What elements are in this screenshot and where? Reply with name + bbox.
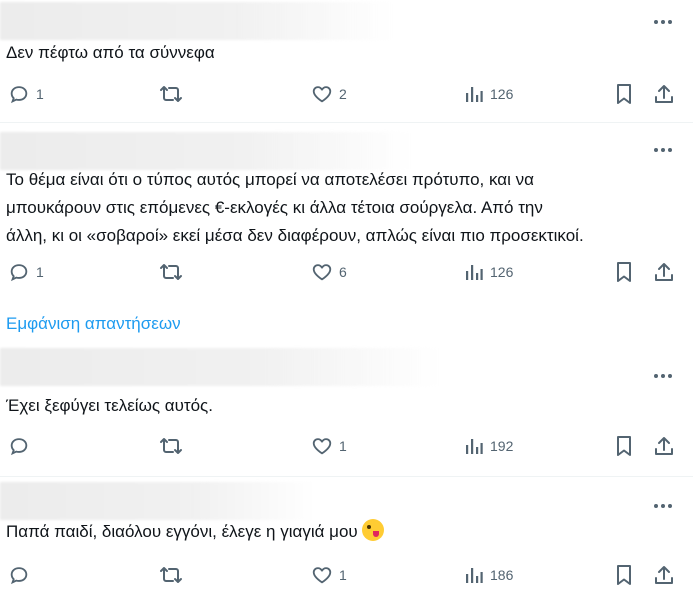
views-button[interactable]: 126 [464,81,513,107]
reply-button[interactable]: 1 [8,259,44,285]
post-text-line: Δεν πέφτω από τα σύννεφα [6,43,215,62]
share-icon [655,263,673,281]
views-button[interactable]: 192 [464,433,513,459]
heart-icon [312,264,332,281]
post-text: Παπά παιδί, διαόλου εγγόνι, έλεγε η γιαγ… [6,518,384,546]
action-bar: 1 192 [0,433,693,459]
view-count: 186 [490,567,514,583]
blurred-author-header [0,132,412,170]
views-chart-icon [466,568,483,583]
action-bar: 1 6 126 [0,259,693,285]
divider [0,122,693,123]
more-options-icon[interactable] [651,366,675,386]
bookmark-button[interactable] [614,433,634,459]
like-button[interactable]: 1 [311,433,347,459]
reply-icon [10,264,28,282]
reply-icon [10,86,28,104]
reply-button[interactable]: 1 [8,81,44,107]
like-count: 2 [339,86,347,102]
post-2: Το θέμα είναι ότι ο τύπος αυτός μπορεί ν… [0,130,693,310]
more-options-icon[interactable] [651,140,675,160]
blurred-author-header [0,2,395,40]
repost-icon [160,567,182,583]
bookmark-icon [617,262,631,282]
reply-icon [10,438,28,456]
view-count: 126 [490,86,514,102]
reply-button[interactable] [8,433,36,459]
reply-icon [10,567,28,585]
bookmark-icon [617,565,631,585]
repost-button[interactable] [159,433,183,459]
like-button[interactable]: 2 [311,81,347,107]
post-text-line: μπουκάρουν στις επόμενες €-εκλογές κι άλ… [6,198,543,217]
views-chart-icon [466,439,483,454]
repost-button[interactable] [159,81,183,107]
post-text: Δεν πέφτω από τα σύννεφα [6,39,215,67]
share-button[interactable] [653,259,675,285]
post-3: Έχει ξεφύγει τελείως αυτός. 1 192 [0,346,693,472]
zany-face-emoji [361,519,384,541]
repost-icon [160,86,182,102]
bookmark-button[interactable] [614,562,634,588]
reply-count: 1 [36,264,44,280]
views-button[interactable]: 186 [464,562,513,588]
like-count: 1 [339,438,347,454]
action-bar: 1 2 126 [0,81,693,107]
share-button[interactable] [653,81,675,107]
repost-icon [160,264,182,280]
blurred-author-header [0,482,320,520]
like-button[interactable]: 6 [311,259,347,285]
reply-count: 1 [36,86,44,102]
bookmark-button[interactable] [614,259,634,285]
views-chart-icon [466,87,483,102]
more-options-icon[interactable] [651,496,675,516]
more-options-icon[interactable] [651,12,675,32]
heart-icon [312,438,332,455]
bookmark-icon [617,84,631,104]
share-button[interactable] [653,433,675,459]
repost-button[interactable] [159,562,183,588]
post-text-line: άλλη, κι οι «σοβαροί» εκεί μέσα δεν διαφ… [6,226,584,245]
blurred-author-header [0,348,440,386]
share-icon [655,85,673,103]
share-icon [655,437,673,455]
share-button[interactable] [653,562,675,588]
action-bar: 1 186 [0,562,693,588]
view-count: 126 [490,264,514,280]
show-replies-link[interactable]: Εμφάνιση απαντήσεων [6,312,181,336]
post-1: Δεν πέφτω από τα σύννεφα 1 2 126 [0,0,693,120]
bookmark-icon [617,436,631,456]
heart-icon [312,86,332,103]
reply-button[interactable] [8,562,36,588]
post-4: Παπά παιδί, διαόλου εγγόνι, έλεγε η γιαγ… [0,480,693,592]
post-text: Έχει ξεφύγει τελείως αυτός. [6,392,213,420]
like-count: 1 [339,567,347,583]
share-icon [655,566,673,584]
view-count: 192 [490,438,514,454]
post-text-line: Το θέμα είναι ότι ο τύπος αυτός μπορεί ν… [6,170,534,189]
divider [0,476,693,477]
repost-icon [160,438,182,454]
views-chart-icon [466,265,483,280]
post-text-line: Έχει ξεφύγει τελείως αυτός. [6,396,213,415]
bookmark-button[interactable] [614,81,634,107]
repost-button[interactable] [159,259,183,285]
post-text: Το θέμα είναι ότι ο τύπος αυτός μπορεί ν… [6,166,584,250]
like-button[interactable]: 1 [311,562,347,588]
like-count: 6 [339,264,347,280]
heart-icon [312,567,332,584]
views-button[interactable]: 126 [464,259,513,285]
post-text-line: Παπά παιδί, διαόλου εγγόνι, έλεγε η γιαγ… [6,522,358,541]
